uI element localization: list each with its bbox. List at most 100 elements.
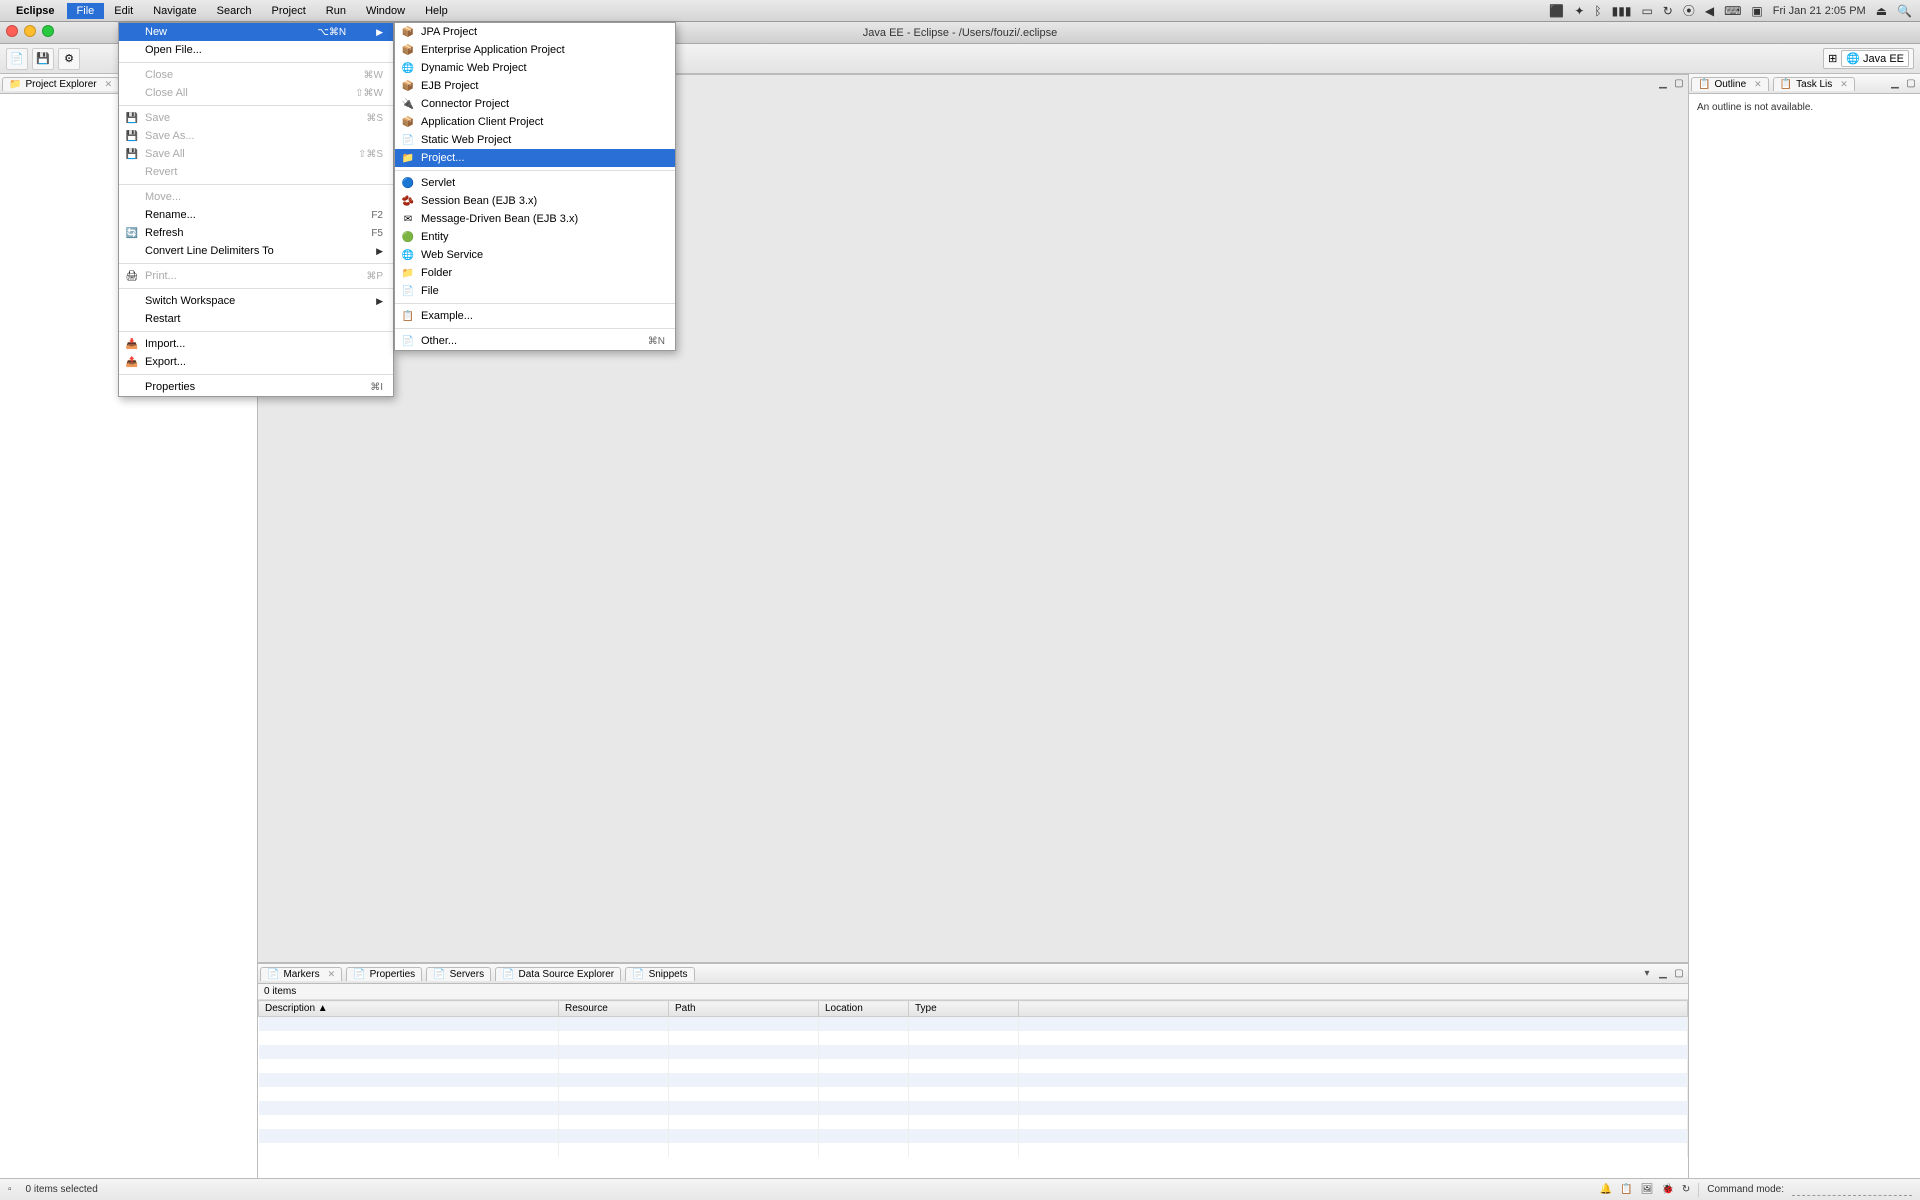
menu-search[interactable]: Search [207,3,262,19]
tab-snippets[interactable]: 📄Snippets [625,967,694,981]
menu-item-export[interactable]: 📤Export... [119,353,393,371]
markers-table[interactable]: Description ▲ResourcePathLocationType [258,1000,1688,1178]
status-tool-icon[interactable]: 📋 [1620,1184,1632,1195]
new-button[interactable]: 📄 [6,48,28,70]
toolbar-button[interactable]: ⚙ [58,48,80,70]
table-row[interactable] [259,1115,1688,1129]
menu-item-ejb-project[interactable]: 📦EJB Project [395,77,675,95]
menu-run[interactable]: Run [316,3,356,19]
table-row[interactable] [259,1087,1688,1101]
tab-project-explorer[interactable]: 📁 Project Explorer ✕ [2,77,119,91]
close-icon[interactable]: ✕ [1840,79,1848,90]
perspective-javaee[interactable]: 🌐 Java EE [1841,50,1909,67]
menu-item-example[interactable]: 📋Example... [395,307,675,325]
menu-item-rename[interactable]: Rename...F2 [119,206,393,224]
app-name[interactable]: Eclipse [16,5,55,17]
menu-item-enterprise-application-project[interactable]: 📦Enterprise Application Project [395,41,675,59]
menu-item-open-file[interactable]: Open File... [119,41,393,59]
close-icon[interactable]: ✕ [328,969,336,980]
menu-item-folder[interactable]: 📁Folder [395,264,675,282]
timemachine-icon[interactable]: ↻ [1663,4,1673,18]
status-tool-icon[interactable]: 🖼 [1641,1184,1654,1195]
menu-item-web-service[interactable]: 🌐Web Service [395,246,675,264]
tab-servers[interactable]: 📄Servers [426,967,491,981]
menu-item-file[interactable]: 📄File [395,282,675,300]
status-tool-icon[interactable]: 🐞 [1661,1184,1673,1195]
menu-item-project[interactable]: 📁Project... [395,149,675,167]
menu-item-properties[interactable]: Properties⌘I [119,378,393,396]
minimize-icon[interactable]: ▁ [1656,967,1670,981]
date-icon[interactable]: ▣ [1751,4,1762,18]
close-icon[interactable]: ✕ [1754,79,1762,90]
tab-data-source-explorer[interactable]: 📄Data Source Explorer [495,967,621,981]
menu-item-convert-line-delimiters-to[interactable]: Convert Line Delimiters To▶ [119,242,393,260]
column-description[interactable]: Description ▲ [259,1001,559,1017]
menu-navigate[interactable]: Navigate [143,3,206,19]
command-mode-input[interactable] [1792,1184,1912,1196]
menubar-datetime[interactable]: Fri Jan 21 2:05 PM [1773,5,1866,17]
table-row[interactable] [259,1129,1688,1143]
battery-icon[interactable]: ▮▮▮ [1612,4,1632,18]
tab-task-lis[interactable]: 📋Task Lis✕ [1773,77,1855,91]
column-location[interactable]: Location [819,1001,909,1017]
close-icon[interactable]: ✕ [105,79,113,90]
menu-item-static-web-project[interactable]: 📄Static Web Project [395,131,675,149]
keyboard-icon[interactable]: ⌨ [1724,4,1741,18]
minimize-icon[interactable]: ▁ [1888,77,1902,91]
tab-properties[interactable]: 📄Properties [346,967,422,981]
minimize-icon[interactable]: ▁ [1656,76,1670,90]
status-icon[interactable]: ⬛ [1549,4,1564,18]
table-row[interactable] [259,1017,1688,1031]
bluetooth-icon[interactable]: ᛒ [1594,4,1601,18]
menu-item-connector-project[interactable]: 🔌Connector Project [395,95,675,113]
menu-item-new[interactable]: New⌥⌘N▶ [119,23,393,41]
menu-item-restart[interactable]: Restart [119,310,393,328]
menu-help[interactable]: Help [415,3,458,19]
maximize-icon[interactable]: ▢ [1672,967,1686,981]
maximize-icon[interactable]: ▢ [1672,76,1686,90]
menu-window[interactable]: Window [356,3,415,19]
column-path[interactable]: Path [669,1001,819,1017]
outline-view: 📋Outline✕📋Task Lis✕ ▁ ▢ An outline is no… [1688,74,1920,1178]
spotlight-icon[interactable]: 🔍 [1897,4,1912,18]
window-close-button[interactable] [6,25,18,37]
menu-item-entity[interactable]: 🟢Entity [395,228,675,246]
maximize-icon[interactable]: ▢ [1904,77,1918,91]
table-row[interactable] [259,1059,1688,1073]
menu-item-import[interactable]: 📥Import... [119,335,393,353]
column-type[interactable]: Type [909,1001,1019,1017]
table-row[interactable] [259,1031,1688,1045]
status-icon[interactable]: ✦ [1574,4,1584,18]
menu-item-application-client-project[interactable]: 📦Application Client Project [395,113,675,131]
menu-project[interactable]: Project [262,3,316,19]
volume-icon[interactable]: ◀ [1705,4,1714,18]
menu-icon: 🔄 [125,226,139,240]
tab-markers[interactable]: 📄Markers✕ [260,967,342,981]
status-tool-icon[interactable]: ↻ [1682,1184,1690,1195]
menu-item-jpa-project[interactable]: 📦JPA Project [395,23,675,41]
menu-item-refresh[interactable]: 🔄RefreshF5 [119,224,393,242]
tab-outline[interactable]: 📋Outline✕ [1691,77,1769,91]
window-maximize-button[interactable] [42,25,54,37]
table-row[interactable] [259,1073,1688,1087]
menu-file[interactable]: File [67,3,105,19]
menu-item-switch-workspace[interactable]: Switch Workspace▶ [119,292,393,310]
save-button[interactable]: 💾 [32,48,54,70]
menu-item-message-driven-bean-ejb-3-x[interactable]: ✉Message-Driven Bean (EJB 3.x) [395,210,675,228]
table-row[interactable] [259,1101,1688,1115]
column-resource[interactable]: Resource [559,1001,669,1017]
window-minimize-button[interactable] [24,25,36,37]
menu-item-session-bean-ejb-3-x[interactable]: 🫘Session Bean (EJB 3.x) [395,192,675,210]
open-perspective-icon[interactable]: ⊞ [1828,52,1837,65]
table-row[interactable] [259,1143,1688,1157]
status-tool-icon[interactable]: 🔔 [1600,1184,1612,1195]
wifi-icon[interactable]: ⦿ [1683,2,1695,19]
menu-item-other[interactable]: 📄Other...⌘N [395,332,675,350]
menu-item-servlet[interactable]: 🔵Servlet [395,174,675,192]
eject-icon[interactable]: ⏏ [1876,4,1887,18]
table-row[interactable] [259,1045,1688,1059]
menu-item-dynamic-web-project[interactable]: 🌐Dynamic Web Project [395,59,675,77]
menu-edit[interactable]: Edit [104,3,143,19]
view-menu-icon[interactable]: ▾ [1640,967,1654,981]
display-icon[interactable]: ▭ [1641,4,1652,18]
